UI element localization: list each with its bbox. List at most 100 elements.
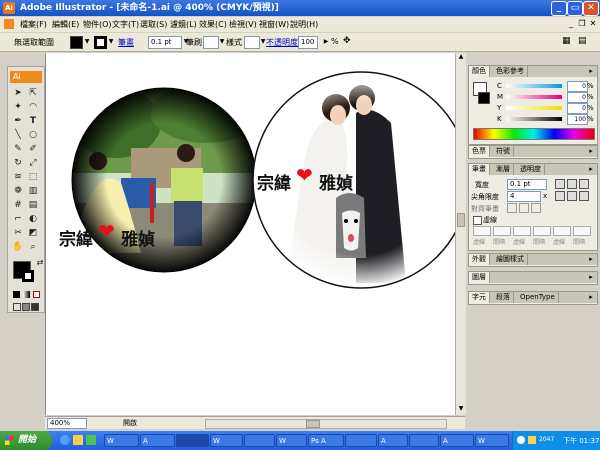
tab-color-guide[interactable]: 色彩參考 <box>493 66 528 77</box>
ie-icon[interactable] <box>60 435 70 445</box>
slice-tool-icon[interactable]: ◩ <box>27 227 39 239</box>
symbol-tool-icon[interactable]: ❁ <box>12 185 24 197</box>
fill-swatch[interactable] <box>70 36 83 49</box>
taskbar-btn-6[interactable]: W <box>276 434 307 447</box>
taskbar-btn-11[interactable]: A <box>440 434 474 447</box>
fill-dropdown-icon[interactable]: ▼ <box>83 36 91 47</box>
tab-appearance[interactable]: 外觀 <box>469 254 490 265</box>
taskbar-btn-9[interactable]: A <box>378 434 408 447</box>
tab-graphic-styles[interactable]: 繪圖樣式 <box>493 254 528 265</box>
media-icon[interactable] <box>86 435 96 445</box>
selection-tool-icon[interactable]: ➤ <box>12 87 24 99</box>
gap-field-1[interactable] <box>493 226 511 236</box>
gradient-tool-icon[interactable]: ▤ <box>27 199 39 211</box>
character-panel-menu-icon[interactable]: ▸ <box>587 293 595 302</box>
menu-view[interactable]: 檢視(V) <box>229 17 257 32</box>
vertical-scrollbar[interactable]: ▲ ▼ <box>455 53 466 415</box>
clock[interactable]: 下午 01:37 <box>563 436 599 446</box>
tab-swatches[interactable]: 色票 <box>469 146 490 157</box>
c-value[interactable]: 0 <box>567 81 588 92</box>
layers-panel-menu-icon[interactable]: ▸ <box>587 273 595 282</box>
dash-field-1[interactable] <box>473 226 491 236</box>
folder-icon[interactable] <box>73 435 83 445</box>
rotate-tool-icon[interactable]: ↻ <box>12 157 24 169</box>
scissors-tool-icon[interactable]: ✂ <box>12 227 24 239</box>
stroke-dropdown-icon[interactable]: ▼ <box>107 36 115 47</box>
opacity-label[interactable]: 不透明度 <box>266 37 298 48</box>
taskbar-btn-4[interactable]: W <box>210 434 243 447</box>
maximize-button[interactable]: ▭ <box>567 1 583 16</box>
style-field[interactable] <box>244 36 260 49</box>
tab-symbols[interactable]: 符號 <box>493 146 514 157</box>
ime-indicator[interactable]: 2047 <box>539 436 554 443</box>
opacity-field[interactable]: 100 <box>298 36 318 49</box>
color-panel-menu-icon[interactable]: ▸ <box>587 67 595 76</box>
ellipse-tool-icon[interactable]: ○ <box>27 129 39 141</box>
menu-select[interactable]: 選取(S) <box>140 17 167 32</box>
panel-menu-icon[interactable]: ▤ <box>578 36 587 46</box>
k-slider[interactable] <box>506 117 562 121</box>
scale-tool-icon[interactable]: ⤢ <box>27 157 39 169</box>
tab-gradient[interactable]: 漸層 <box>493 164 514 175</box>
pen-tool-icon[interactable]: ✒ <box>12 115 24 127</box>
stroke-color-box[interactable] <box>22 270 34 282</box>
dash-field-2[interactable] <box>513 226 531 236</box>
doc-close-icon[interactable]: ✕ <box>588 19 598 29</box>
zoom-field[interactable]: 400% <box>47 418 87 429</box>
tab-character[interactable]: 字元 <box>469 292 490 303</box>
type-tool-icon[interactable]: T <box>27 115 39 127</box>
taskbar-btn-1[interactable]: W <box>104 434 139 447</box>
document-icon[interactable] <box>4 19 14 29</box>
tab-color[interactable]: 顏色 <box>469 66 490 77</box>
y-slider[interactable] <box>506 106 562 110</box>
horizontal-scrollbar[interactable] <box>205 419 447 429</box>
graph-tool-icon[interactable]: ▥ <box>27 185 39 197</box>
direct-selection-tool-icon[interactable]: ⇱ <box>27 87 39 99</box>
m-value[interactable]: 0 <box>567 92 588 103</box>
network-icon[interactable] <box>517 436 525 444</box>
left-caption-name-1[interactable]: 宗緯 <box>59 225 93 250</box>
artboard-canvas[interactable]: 宗緯 ❤ 雅媜 宗緯 ❤ 雅媜 <box>45 53 470 415</box>
c-slider[interactable] <box>506 84 562 88</box>
tab-opentype[interactable]: OpenType <box>517 292 559 303</box>
free-transform-tool-icon[interactable]: ⬚ <box>27 171 39 183</box>
warp-tool-icon[interactable]: ≋ <box>12 171 24 183</box>
taskbar-btn-3[interactable] <box>176 434 209 447</box>
volume-icon[interactable] <box>528 436 536 444</box>
menu-window[interactable]: 視窗(W) <box>259 17 289 32</box>
taskbar-btn-8[interactable] <box>345 434 377 447</box>
minimize-button[interactable]: _ <box>551 1 567 16</box>
magic-wand-tool-icon[interactable]: ✦ <box>12 101 24 113</box>
app-icon[interactable]: Ai <box>3 2 15 14</box>
hscroll-thumb[interactable] <box>306 420 320 428</box>
dash-field-3[interactable] <box>553 226 571 236</box>
mesh-tool-icon[interactable]: # <box>12 199 24 211</box>
join-style-icons[interactable] <box>555 191 591 201</box>
tab-paragraph[interactable]: 段落 <box>493 292 514 303</box>
recolor-icon[interactable]: ✥ <box>343 36 351 46</box>
doc-restore-icon[interactable]: ❐ <box>577 19 587 29</box>
close-button[interactable]: ✕ <box>583 1 599 16</box>
doc-minimize-icon[interactable]: _ <box>566 19 576 29</box>
align-stroke-icons[interactable] <box>507 203 543 213</box>
menu-edit[interactable]: 編輯(E) <box>52 17 79 32</box>
taskbar-btn-5[interactable] <box>244 434 275 447</box>
opacity-dropdown-icon[interactable]: ▶ <box>322 36 330 47</box>
color-spectrum[interactable] <box>473 128 595 140</box>
scroll-up-icon[interactable]: ▲ <box>457 53 465 61</box>
brush-field[interactable] <box>203 36 219 49</box>
taskbar-btn-12[interactable]: W <box>475 434 509 447</box>
dock-icon[interactable]: ▦ <box>562 36 571 46</box>
gradient-mode-icon[interactable] <box>23 291 30 298</box>
gap-field-3[interactable] <box>573 226 591 236</box>
paintbrush-tool-icon[interactable]: ✎ <box>12 143 24 155</box>
tab-layers[interactable]: 圖層 <box>469 272 490 283</box>
left-heart-icon[interactable]: ❤ <box>98 219 115 243</box>
appearance-panel-menu-icon[interactable]: ▸ <box>587 255 595 264</box>
swatches-panel-menu-icon[interactable]: ▸ <box>587 147 595 156</box>
hand-tool-icon[interactable]: ✋ <box>12 241 24 253</box>
stroke-label[interactable]: 筆畫 <box>118 37 134 48</box>
line-tool-icon[interactable]: ╲ <box>12 129 24 141</box>
none-mode-icon[interactable] <box>33 291 40 298</box>
taskbar-btn-10[interactable] <box>409 434 439 447</box>
